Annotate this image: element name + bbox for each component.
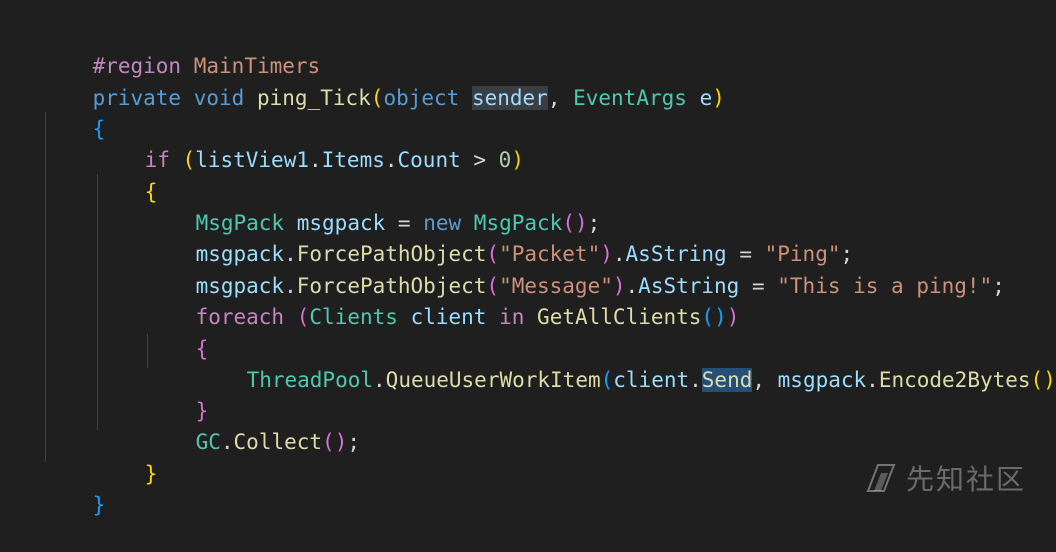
punctuation: . [221,430,234,454]
bracket: ) [714,305,727,329]
space [486,305,499,329]
keyword: void [194,86,245,110]
bracket: ( [322,430,335,454]
identifier: client [411,305,487,329]
code-line[interactable]: { [145,303,208,334]
punctuation: . [385,148,398,172]
method-name: GetAllClients [537,305,701,329]
bracket: ( [183,148,196,172]
punctuation: , [752,368,777,392]
type-name: Clients [309,305,398,329]
code-line[interactable]: ThreadPool.QueueUserWorkItem(client.Send… [196,334,1056,365]
operator: > [461,148,499,172]
method-name-highlighted[interactable]: Send [702,368,753,392]
bracket: ( [701,305,714,329]
bracket: ) [511,148,524,172]
space [524,305,537,329]
code-editor[interactable]: #region MainTimers private void ping_Tic… [0,0,1056,504]
keyword: foreach [196,305,285,329]
bracket: ( [297,305,310,329]
space [398,305,411,329]
bracket: ( [601,368,614,392]
bracket: ) [1043,368,1056,392]
code-line[interactable]: GC.Collect(); [145,396,360,427]
code-line[interactable]: { [94,146,157,177]
xianzhi-logo-icon [864,461,898,495]
string: "This is a ping!" [777,274,992,298]
code-line[interactable]: msgpack.ForcePathObject("Packet").AsStri… [145,208,853,239]
operator: = [739,274,777,298]
watermark-text: 先知社区 [906,458,1026,498]
space [244,86,257,110]
type-name: ThreadPool [247,368,373,392]
parameter: e [700,86,713,110]
identifier: Count [398,148,461,172]
punctuation: , [548,86,573,110]
bracket: ) [712,86,725,110]
space [284,305,297,329]
identifier: msgpack [778,368,867,392]
code-line[interactable]: if (listView1.Items.Count > 0) [94,114,524,145]
bracket: ) [335,430,348,454]
keyword: in [499,305,524,329]
code-line[interactable]: { [42,83,105,114]
keyword: private [93,86,182,110]
code-line[interactable]: } [42,459,105,490]
identifier: client [613,368,689,392]
punctuation: . [309,148,322,172]
code-line[interactable]: } [145,365,208,396]
keyword: object [383,86,459,110]
bracket: ( [1031,368,1044,392]
method-name: Collect [234,430,323,454]
punctuation: ; [992,274,1005,298]
punctuation: . [373,368,386,392]
method-name: ping_Tick [257,86,371,110]
method-name: QueueUserWorkItem [386,368,601,392]
punctuation: . [866,368,879,392]
bracket: ( [371,86,384,110]
code-line[interactable]: foreach (Clients client in GetAllClients… [145,271,739,302]
space [459,86,472,110]
code-line[interactable]: private void ping_Tick(object sender, Ev… [42,52,725,83]
type-name: EventArgs [573,86,687,110]
identifier: listView1 [195,148,309,172]
punctuation: ; [347,430,360,454]
brace: } [145,462,158,486]
type-name: GC [196,430,221,454]
space [687,86,700,110]
method-name: Encode2Bytes [879,368,1031,392]
watermark: 先知社区 [864,458,1044,498]
identifier: Items [322,148,385,172]
code-line[interactable]: } [94,428,157,459]
punctuation: . [689,368,702,392]
space [181,86,194,110]
code-line[interactable]: MsgPack msgpack = new MsgPack(); [145,177,600,208]
parameter: sender [472,86,548,110]
brace: } [93,493,106,517]
number: 0 [499,148,512,172]
code-line[interactable]: msgpack.ForcePathObject("Message").AsStr… [145,240,1005,271]
code-line-region[interactable]: #region MainTimers [42,20,320,51]
space [170,148,183,172]
bracket: ) [727,305,740,329]
